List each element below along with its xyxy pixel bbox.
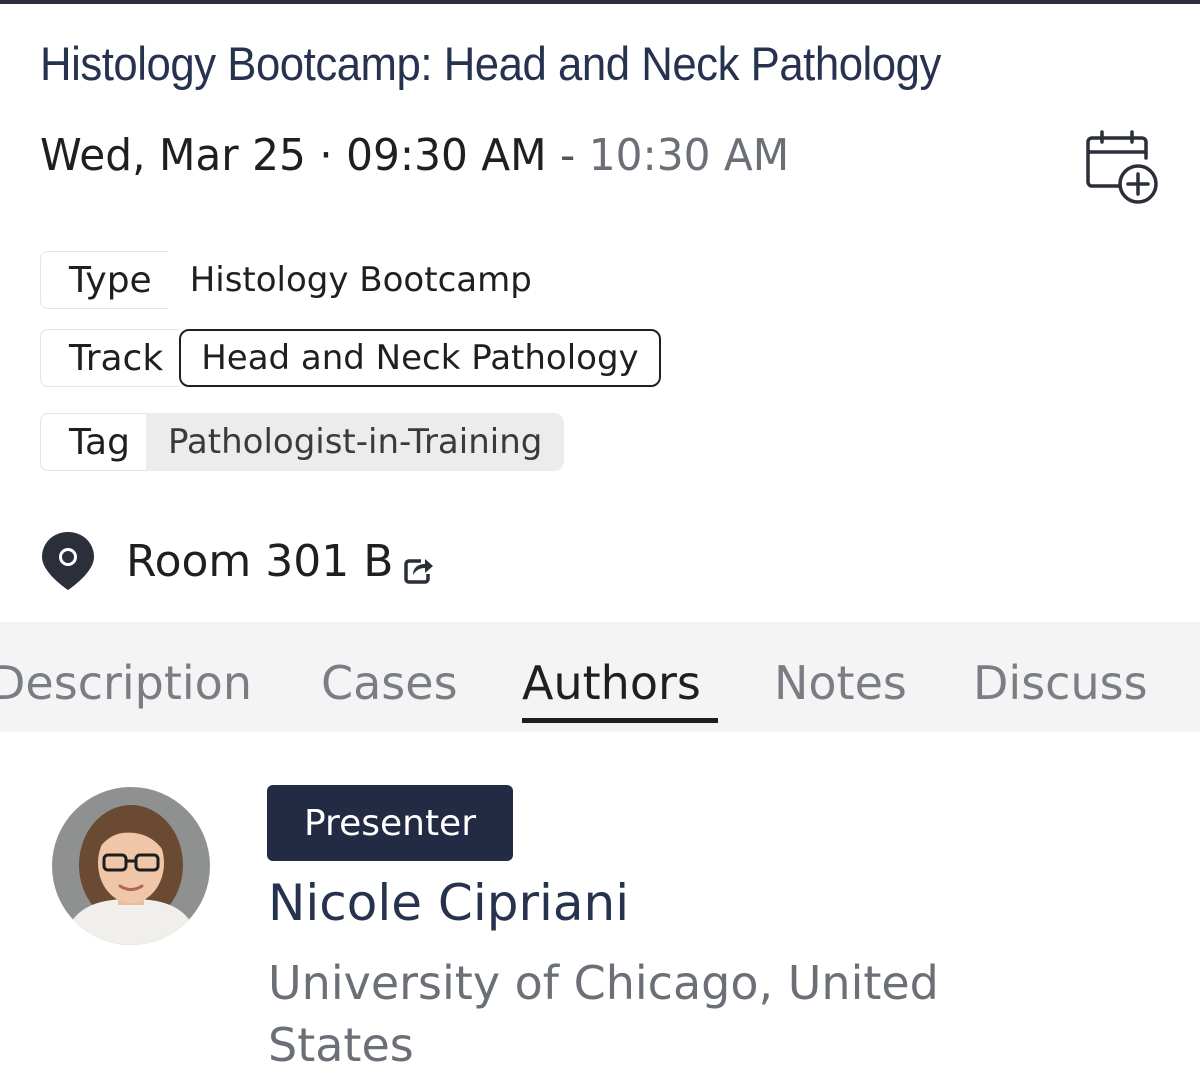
- tab-notes[interactable]: Notes: [774, 656, 907, 710]
- meta-tag-label: Tag: [40, 413, 146, 471]
- calendar-add-icon: [1086, 130, 1158, 204]
- tab-authors[interactable]: Authors: [522, 656, 701, 710]
- meta-type-row: Type Histology Bootcamp: [40, 251, 554, 309]
- avatar-photo: [52, 787, 210, 945]
- location-row[interactable]: Room 301 B: [40, 530, 435, 592]
- meta-track-label: Track: [40, 329, 180, 387]
- add-to-calendar-button[interactable]: [1080, 128, 1164, 208]
- meta-type-value: Histology Bootcamp: [189, 260, 532, 300]
- session-datetime: Wed, Mar 25 · 09:30 AM - 10:30 AM: [40, 130, 789, 181]
- presenter-badge: Presenter: [267, 785, 513, 861]
- session-start: Wed, Mar 25 · 09:30 AM: [40, 130, 547, 181]
- meta-track-value[interactable]: Head and Neck Pathology: [179, 329, 661, 387]
- location-pin-icon: [42, 532, 94, 590]
- meta-type-label: Type: [40, 251, 168, 309]
- top-divider: [0, 0, 1200, 4]
- author-name[interactable]: Nicole Cipriani: [268, 874, 629, 932]
- time-separator: -: [560, 130, 576, 181]
- author-avatar[interactable]: [52, 787, 210, 945]
- meta-track-row: Track Head and Neck Pathology: [40, 329, 661, 387]
- meta-tag-value[interactable]: Pathologist-in-Training: [145, 413, 565, 471]
- author-affiliation: University of Chicago, United States: [268, 956, 939, 1072]
- tab-description[interactable]: Description: [0, 656, 252, 710]
- room-name: Room 301 B: [126, 535, 394, 587]
- tab-bar: Description Cases Authors Notes Discuss: [0, 622, 1200, 732]
- share-icon: [404, 559, 434, 584]
- tab-discuss[interactable]: Discuss: [973, 656, 1148, 710]
- tab-cases[interactable]: Cases: [321, 656, 458, 710]
- meta-tag-row: Tag Pathologist-in-Training: [40, 413, 565, 471]
- session-title: Histology Bootcamp: Head and Neck Pathol…: [40, 37, 941, 90]
- session-end-time: 10:30 AM: [588, 130, 790, 181]
- active-tab-indicator: [522, 718, 718, 723]
